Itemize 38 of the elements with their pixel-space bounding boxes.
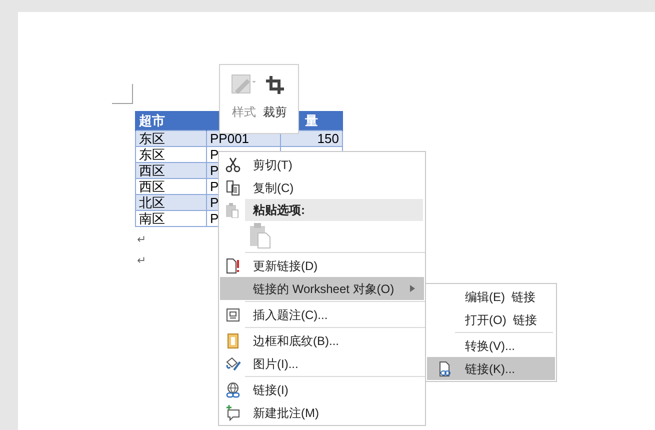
menu-item[interactable]: 插入题注(C)... <box>220 303 424 326</box>
column-header: 超市 <box>139 112 165 128</box>
menu-item[interactable]: 链接(I) <box>220 378 424 401</box>
scissors-icon <box>225 156 241 172</box>
menu-item[interactable]: 链接(K)... <box>427 357 555 380</box>
menu-item[interactable]: 打开(O) 链接 <box>427 308 555 331</box>
crop-icon <box>263 73 287 97</box>
paste-icon <box>224 202 240 218</box>
page-border-icon <box>225 332 241 348</box>
menu-item[interactable]: 更新链接(D) <box>220 254 424 277</box>
document-link-icon <box>437 360 453 376</box>
crop-button[interactable]: 裁剪 <box>263 73 287 133</box>
menu-item[interactable]: 编辑(E) 链接 <box>427 285 555 308</box>
menu-section-header: 粘贴选项: <box>245 199 423 221</box>
table-cell: 南区 <box>136 210 206 226</box>
paste-option-icon[interactable] <box>249 223 271 249</box>
table-cell: 东区 <box>136 130 206 146</box>
menu-item[interactable]: 转换(V)... <box>427 334 555 357</box>
paint-brush-icon <box>225 356 241 372</box>
column-header: 量 <box>305 112 318 128</box>
table-cell: 150 <box>280 130 342 146</box>
paragraph-mark: ↵ <box>137 232 146 248</box>
menu-item[interactable]: 边框和底纹(B)... <box>220 329 424 352</box>
document-alert-icon <box>225 258 241 274</box>
table-cell: 西区 <box>136 178 206 194</box>
comment-add-icon <box>225 404 241 420</box>
menu-item[interactable]: 图片(I)... <box>220 352 424 375</box>
margin-corner-mark <box>112 84 133 104</box>
globe-link-icon <box>225 382 241 398</box>
paragraph-mark: ↵ <box>137 254 146 268</box>
table-cell: 西区 <box>136 162 206 178</box>
table-cell: 东区 <box>136 146 206 162</box>
caption-icon <box>225 306 241 322</box>
picture-style-icon <box>231 73 257 97</box>
menu-item[interactable]: 新建批注(M) <box>220 401 424 424</box>
menu-item[interactable]: 链接的 Worksheet 对象(O) <box>220 277 424 300</box>
copy-icon <box>225 180 241 196</box>
table-cell: 北区 <box>136 194 206 210</box>
